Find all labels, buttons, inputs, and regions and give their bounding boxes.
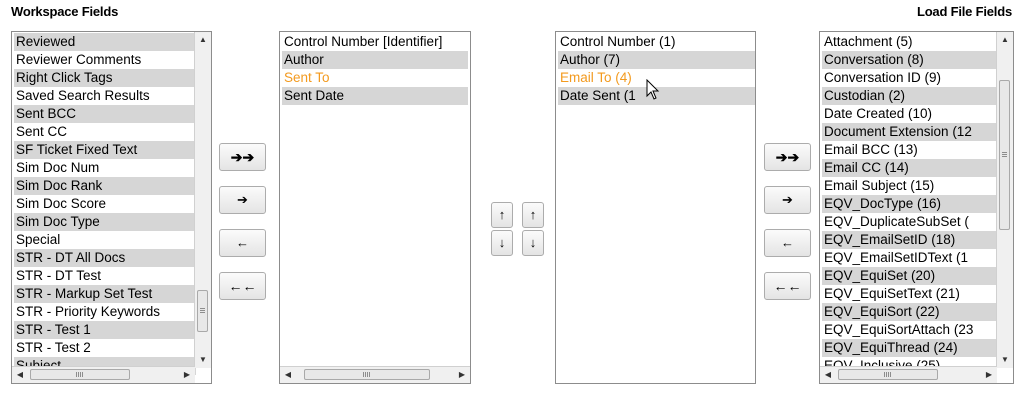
list-item[interactable]: Conversation ID (9)	[822, 69, 998, 87]
list-item[interactable]: Sim Doc Type	[14, 213, 196, 231]
list-item[interactable]: EQV_EmailSetID (18)	[822, 231, 998, 249]
scroll-thumb[interactable]	[197, 290, 208, 332]
scroll-up-icon[interactable]: ▲	[997, 32, 1013, 48]
list-item[interactable]: Author	[282, 51, 468, 69]
list-item[interactable]: STR - Priority Keywords	[14, 303, 196, 321]
list-item[interactable]: STR - DT All Docs	[14, 249, 196, 267]
list-item[interactable]: STR - Test 1	[14, 321, 196, 339]
list-item[interactable]: Document Extension (12	[822, 123, 998, 141]
list-item[interactable]: Sent CC	[14, 123, 196, 141]
list-item[interactable]: Attachment (5)	[822, 33, 998, 51]
list-item[interactable]: Sim Doc Rank	[14, 177, 196, 195]
move-down-right-button[interactable]: ↓	[522, 230, 544, 256]
list-item[interactable]: EQV_EmailSetIDText (1	[822, 249, 998, 267]
add-all-button[interactable]: ➔➔	[219, 143, 266, 171]
workspace-fields-vscrollbar[interactable]: ▲ ▼	[194, 32, 211, 368]
list-item[interactable]: Email CC (14)	[822, 159, 998, 177]
list-item[interactable]: EQV_EquiSortAttach (23	[822, 321, 998, 339]
list-item[interactable]: EQV_EquiSetText (21)	[822, 285, 998, 303]
scroll-right-icon[interactable]: ▶	[981, 367, 997, 383]
list-item[interactable]: Custodian (2)	[822, 87, 998, 105]
move-down-left-button[interactable]: ↓	[491, 230, 513, 256]
list-item[interactable]: Sent Date	[282, 87, 468, 105]
list-item[interactable]: Sent BCC	[14, 105, 196, 123]
list-item[interactable]: Sim Doc Num	[14, 159, 196, 177]
scroll-thumb[interactable]	[30, 369, 130, 380]
move-up-right-button[interactable]: ↑	[522, 202, 544, 228]
remove-all-button[interactable]: ←←	[219, 272, 266, 300]
list-item[interactable]: Reviewed	[14, 33, 196, 51]
load-file-fields-header: Load File Fields	[916, 4, 1012, 19]
list-item[interactable]: Conversation (8)	[822, 51, 998, 69]
list-item[interactable]: Control Number [Identifier]	[282, 33, 468, 51]
workspace-fields-header: Workspace Fields	[11, 4, 119, 19]
list-item[interactable]: Sim Doc Score	[14, 195, 196, 213]
remove-all-load-button[interactable]: ←←	[764, 272, 811, 300]
list-item[interactable]: EQV_EquiThread (24)	[822, 339, 998, 357]
list-item[interactable]: STR - Markup Set Test	[14, 285, 196, 303]
list-item[interactable]: SF Ticket Fixed Text	[14, 141, 196, 159]
load-file-fields-list[interactable]: Attachment (5) Conversation (8) Conversati…	[819, 31, 1014, 384]
scroll-left-icon[interactable]: ◀	[280, 367, 296, 383]
list-item[interactable]: Special	[14, 231, 196, 249]
load-file-fields-vscrollbar[interactable]: ▲ ▼	[996, 32, 1013, 368]
remove-load-button[interactable]: ←	[764, 229, 811, 257]
scroll-thumb[interactable]	[838, 369, 938, 380]
list-item[interactable]: Saved Search Results	[14, 87, 196, 105]
list-item[interactable]: STR - Test 2	[14, 339, 196, 357]
workspace-fields-list[interactable]: Reviewed Reviewer Comments Right Click Tag…	[11, 31, 212, 384]
list-item[interactable]: EQV_DuplicateSubSet (	[822, 213, 998, 231]
add-button[interactable]: ➔	[219, 186, 266, 214]
list-item[interactable]: EQV_EquiSort (22)	[822, 303, 998, 321]
scroll-thumb[interactable]	[999, 80, 1010, 230]
list-item[interactable]: Author (7)	[558, 51, 755, 69]
scroll-right-icon[interactable]: ▶	[454, 367, 470, 383]
list-item[interactable]: Email BCC (13)	[822, 141, 998, 159]
list-item[interactable]: STR - DT Test	[14, 267, 196, 285]
load-file-fields-items: Attachment (5) Conversation (8) Conversati…	[822, 33, 998, 375]
scroll-right-icon[interactable]: ▶	[179, 367, 195, 383]
scroll-thumb[interactable]	[304, 369, 430, 380]
remove-button[interactable]: ←	[219, 229, 266, 257]
scroll-down-icon[interactable]: ▼	[997, 352, 1013, 368]
list-item[interactable]: Email Subject (15)	[822, 177, 998, 195]
list-item[interactable]: Sent To	[282, 69, 468, 87]
scroll-left-icon[interactable]: ◀	[12, 367, 28, 383]
scroll-left-icon[interactable]: ◀	[820, 367, 836, 383]
mapped-workspace-list[interactable]: Control Number [Identifier] Author Sent To…	[279, 31, 471, 384]
list-item[interactable]: EQV_EquiSet (20)	[822, 267, 998, 285]
mapped-workspace-hscrollbar[interactable]: ◀ ▶	[280, 366, 470, 383]
add-all-load-button[interactable]: ➔➔	[764, 143, 811, 171]
arrow-cursor-icon	[646, 79, 660, 100]
list-item[interactable]: Right Click Tags	[14, 69, 196, 87]
workspace-fields-items: Reviewed Reviewer Comments Right Click Tag…	[14, 33, 196, 375]
scroll-up-icon[interactable]: ▲	[195, 32, 211, 48]
list-item[interactable]: Reviewer Comments	[14, 51, 196, 69]
move-up-left-button[interactable]: ↑	[491, 202, 513, 228]
list-item[interactable]: Date Created (10)	[822, 105, 998, 123]
list-item[interactable]: Control Number (1)	[558, 33, 755, 51]
list-item[interactable]: EQV_DocType (16)	[822, 195, 998, 213]
add-load-button[interactable]: ➔	[764, 186, 811, 214]
load-file-fields-hscrollbar[interactable]: ◀ ▶	[820, 366, 997, 383]
workspace-fields-hscrollbar[interactable]: ◀ ▶	[12, 366, 195, 383]
scroll-down-icon[interactable]: ▼	[195, 352, 211, 368]
mapped-workspace-items: Control Number [Identifier] Author Sent To…	[282, 33, 468, 105]
